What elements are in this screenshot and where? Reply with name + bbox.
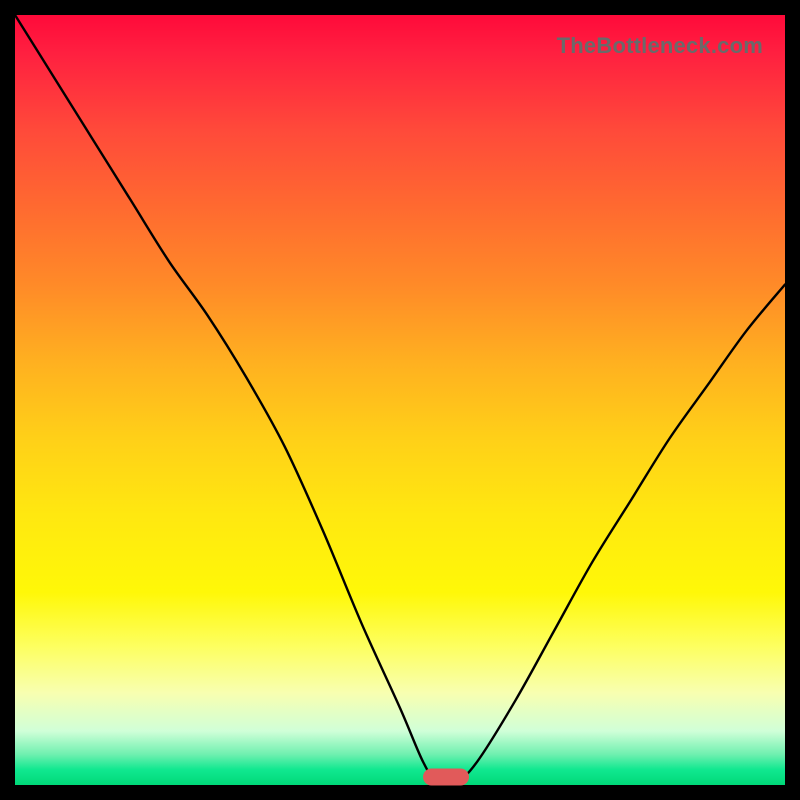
chart-frame: TheBottleneck.com	[0, 0, 800, 800]
optimal-marker	[423, 769, 469, 786]
bottleneck-curve	[15, 15, 785, 785]
plot-area: TheBottleneck.com	[15, 15, 785, 785]
watermark-text: TheBottleneck.com	[557, 33, 763, 59]
